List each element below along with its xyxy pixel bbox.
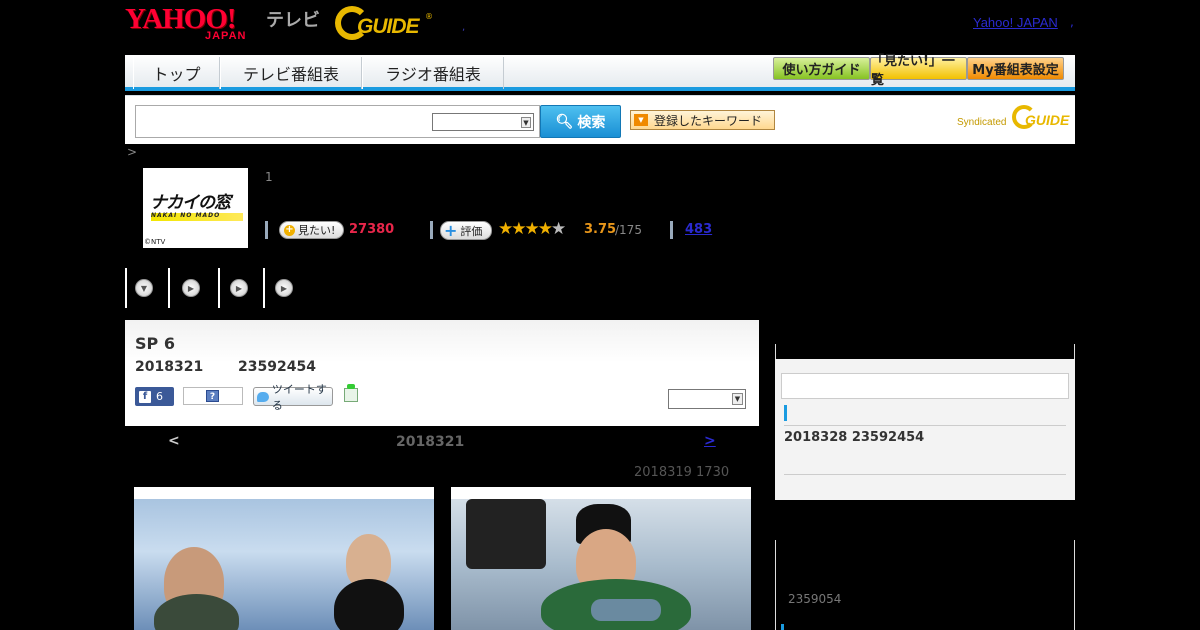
program-thumb-title: ナカイの窓 — [150, 193, 231, 213]
photo-person-body — [334, 579, 404, 630]
episode-photo[interactable] — [134, 487, 434, 630]
half-star-icon: ★ — [537, 219, 553, 239]
control-divider — [125, 268, 127, 308]
facebook-like-button[interactable]: f 6 — [135, 387, 174, 406]
program-thumbnail: ナカイの窓 NAKAI NO MADO ©NTV — [143, 168, 248, 248]
play-icon[interactable]: ▶ — [230, 279, 248, 297]
episode-panel: SP 6 2018321 23592454 f 6 ? ツイートする ▼ — [125, 320, 759, 426]
mitai-list-button[interactable]: 「見たい!」一覧 — [870, 54, 967, 88]
photo-image — [451, 499, 751, 630]
chevron-down-icon: ▼ — [521, 117, 531, 128]
divider — [784, 425, 1066, 426]
syndicated-gguide-logo: Syndicated GUIDE — [957, 104, 1069, 134]
prev-episode-link[interactable]: < — [168, 433, 180, 449]
yahoo-japan-logo[interactable]: YAHOO! JAPAN — [125, 5, 263, 43]
control-divider — [168, 268, 170, 308]
tab-radio-schedule[interactable]: ラジオ番組表 — [362, 57, 504, 89]
tab-tv-schedule[interactable]: テレビ番組表 — [220, 57, 362, 89]
search-bar: ▼ 🔍︎ 検索 ▼ 登録したキーワード Syndicated GUIDE — [125, 95, 1075, 144]
episode-photo[interactable] — [451, 487, 751, 630]
photo-image — [134, 499, 434, 630]
mitai-button[interactable]: + 見たい! — [279, 221, 344, 239]
divider — [784, 474, 1066, 475]
arrow-down-icon: ▼ — [634, 114, 648, 126]
control-divider — [218, 268, 220, 308]
photo-camera — [466, 499, 546, 569]
header-separator: , — [462, 22, 466, 33]
control-divider — [263, 268, 265, 308]
facebook-icon: f — [139, 390, 151, 403]
episode-title: SP 6 — [135, 334, 175, 353]
header-trailing: , — [1070, 15, 1074, 29]
tv-label: テレビ — [266, 10, 320, 31]
mitai-label: 見たい! — [298, 224, 336, 237]
episode-id: 23592454 — [238, 359, 316, 375]
syndicated-logo-text: GUIDE — [1025, 112, 1070, 128]
sidebar-panel: 2018328 23592454 — [775, 344, 1075, 500]
gguide-logo[interactable]: GUIDE ® — [335, 6, 435, 42]
yahoo-logo-sub: JAPAN — [205, 30, 247, 42]
section-marker — [784, 405, 787, 421]
registered-keyword-label: 登録したキーワード — [654, 113, 763, 128]
chevron-down-icon: ▼ — [732, 393, 743, 405]
main-navigation: トップ テレビ番組表 ラジオ番組表 使い方ガイド 「見たい!」一覧 My番組表設… — [125, 54, 1075, 91]
twitter-bird-icon — [257, 391, 269, 402]
photo-shoe — [591, 599, 661, 621]
mitai-count: 27380 — [349, 222, 395, 237]
program-thumb-romaji: NAKAI NO MADO — [151, 212, 221, 219]
calendar-add-icon[interactable] — [344, 384, 358, 402]
breadcrumb: > — [127, 145, 138, 159]
hatena-icon: ? — [206, 390, 219, 402]
yahoo-japan-link[interactable]: Yahoo! JAPAN — [973, 15, 1058, 30]
rating-value: 3.75 — [584, 222, 617, 237]
rating-stars: ★★★★★ — [498, 219, 566, 239]
review-count-link[interactable]: 483 — [685, 222, 712, 237]
next-episode-link[interactable]: > — [704, 433, 716, 449]
rating-button[interactable]: + 評価 — [440, 221, 492, 240]
search-button-label: 検索 — [577, 114, 606, 131]
sidebar-header — [775, 344, 1075, 359]
divider — [265, 221, 268, 239]
star-icon: ★★★ — [498, 219, 540, 239]
air-date-time: 2018319 1730 — [634, 465, 730, 480]
search-icon: 🔍︎ — [555, 113, 574, 130]
facebook-count: 6 — [156, 390, 163, 403]
empty-star-icon: ★ — [550, 219, 566, 239]
program-thumb-copyright: ©NTV — [144, 238, 166, 246]
tweet-label: ツイートする — [271, 382, 327, 412]
gguide-logo-text: GUIDE — [357, 15, 420, 38]
tweet-button[interactable]: ツイートする — [253, 383, 333, 412]
syndicated-text: Syndicated — [957, 117, 1007, 128]
episode-date: 2018321 — [135, 359, 204, 375]
current-episode-date: 2018321 — [396, 434, 465, 450]
tab-top[interactable]: トップ — [133, 57, 220, 89]
next-broadcast: 2018328 23592454 — [784, 430, 925, 445]
registered-keyword-button[interactable]: ▼ 登録したキーワード — [630, 110, 775, 130]
section-marker — [781, 624, 784, 630]
play-icon[interactable]: ▶ — [275, 279, 293, 297]
plus-icon: + — [444, 220, 458, 240]
rating-total: /175 — [615, 223, 642, 237]
hatena-bookmark-button[interactable]: ? — [183, 387, 243, 405]
guide-button[interactable]: 使い方ガイド — [773, 57, 870, 80]
sidebar-input[interactable] — [781, 373, 1069, 399]
search-button[interactable]: 🔍︎ 検索 — [540, 105, 621, 138]
my-schedule-button[interactable]: My番組表設定 — [967, 57, 1064, 80]
gguide-registered-mark: ® — [425, 12, 433, 21]
sidebar-content: 2018328 23592454 — [775, 359, 1075, 500]
divider — [670, 221, 673, 239]
sidebar-lower-id: 2359054 — [788, 592, 842, 606]
episode-select[interactable]: ▼ — [668, 389, 746, 409]
rating-button-label: 評価 — [460, 224, 483, 238]
divider — [430, 221, 433, 239]
plus-icon: + — [284, 224, 295, 236]
chevron-down-icon[interactable]: ▼ — [135, 279, 153, 297]
play-icon[interactable]: ▶ — [182, 279, 200, 297]
sidebar-panel-lower: 2359054 — [775, 540, 1075, 630]
search-category-select[interactable]: ▼ — [432, 113, 534, 131]
yahoo-logo-text: YAHOO! — [125, 3, 237, 35]
program-number: 1 — [265, 170, 273, 184]
